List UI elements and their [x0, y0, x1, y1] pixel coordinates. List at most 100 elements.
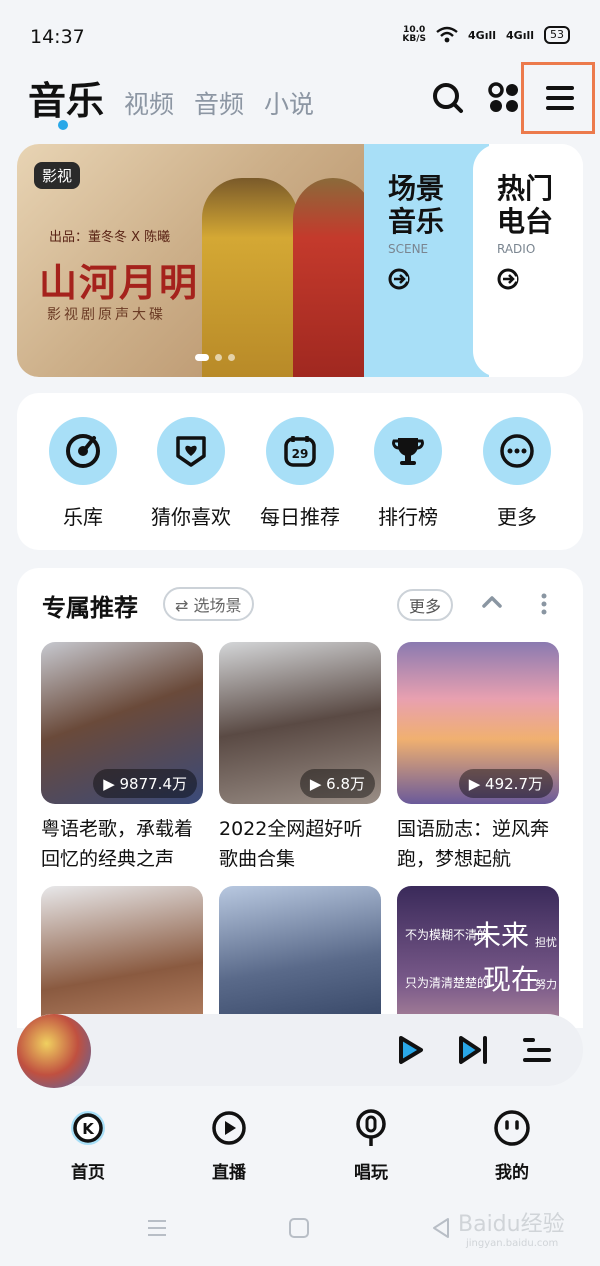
radio-title: 热门 电台: [497, 172, 553, 238]
recommend-section: 专属推荐 ⇄ 选场景 更多 ▶ 9877.4万 粤语老歌，承载着回忆的经典之声 …: [17, 568, 583, 1048]
nav-live[interactable]: 直播: [179, 1108, 279, 1183]
status-icons: 10.0 KB/S 4Gıll 4Gıll 53: [402, 26, 570, 44]
nav-label: 首页: [71, 1163, 105, 1183]
tab-novel[interactable]: 小说: [264, 85, 314, 125]
recents-icon[interactable]: [146, 1218, 168, 1238]
playlist-title: 2022全网超好听歌曲合集: [219, 818, 363, 870]
radio-title-line2: 电台: [497, 205, 554, 238]
pager-dot: [215, 354, 222, 361]
quick-nav-library[interactable]: 乐库: [33, 417, 133, 530]
apps-icon[interactable]: [484, 78, 524, 118]
next-track-icon[interactable]: [455, 1032, 491, 1068]
wifi-icon: [436, 26, 458, 43]
mini-player[interactable]: [17, 1014, 583, 1088]
banner: 影视 出品：董冬冬 X 陈曦 山河月明 影视剧原声大碟 场景 音乐 SCENE …: [17, 144, 583, 377]
playlist-card[interactable]: ▶ 492.7万 国语励志：逆风奔跑，梦想起航: [397, 642, 559, 874]
playlist-card[interactable]: ▶ 6.8万 2022全网超好听歌曲合集: [219, 642, 381, 874]
quick-nav-daily[interactable]: 29 每日推荐: [250, 417, 350, 530]
cover-text: 现在: [483, 963, 540, 996]
back-icon[interactable]: [430, 1216, 452, 1240]
signal-1-label: 4G: [468, 28, 485, 42]
scene-subtitle: SCENE: [388, 242, 429, 256]
cover-text: 努力: [535, 978, 557, 991]
play-count: ▶ 9877.4万: [93, 769, 197, 798]
trophy-icon: [374, 417, 442, 485]
watermark-url: jingyan.baidu.com: [466, 1238, 559, 1249]
quick-nav-label: 猜你喜欢: [151, 505, 231, 529]
banner-badge: 影视: [34, 162, 81, 189]
scene-title: 场景 音乐: [388, 172, 444, 238]
radio-subtitle: RADIO: [497, 242, 536, 256]
tab-video[interactable]: 视频: [124, 85, 174, 125]
chevron-up-icon[interactable]: [481, 594, 503, 610]
scene-title-line1: 场景: [388, 172, 445, 205]
quick-nav-ranking[interactable]: 排行榜: [358, 417, 458, 530]
bottom-nav: K 首页 直播 唱玩 我的: [0, 1100, 600, 1190]
nav-label: 我的: [495, 1163, 529, 1183]
now-playing-cover[interactable]: [17, 1014, 91, 1088]
nav-sing[interactable]: 唱玩: [321, 1108, 421, 1183]
radio-title-line1: 热门: [497, 172, 554, 205]
playlist-title: 粤语老歌，承载着回忆的经典之声: [41, 818, 194, 870]
calendar-icon: 29: [266, 417, 334, 485]
hot-radio-card[interactable]: 热门 电台 RADIO: [473, 144, 583, 377]
tab-music[interactable]: 音乐: [28, 70, 104, 125]
playlist-card[interactable]: ▶ 9877.4万 粤语老歌，承载着回忆的经典之声: [41, 642, 203, 874]
quick-nav-label: 乐库: [63, 505, 103, 529]
microphone-icon: [356, 1109, 386, 1146]
cover-text: 只为清清楚楚的: [405, 976, 490, 990]
net-speed-unit: KB/S: [402, 34, 426, 44]
signal-2-label: 4G: [506, 28, 523, 42]
banner-subtitle: 影视剧原声大碟: [47, 307, 166, 323]
cover-text: 担忧: [535, 936, 557, 949]
nav-home[interactable]: K 首页: [38, 1108, 138, 1183]
play-icon[interactable]: [391, 1032, 427, 1068]
nav-label: 直播: [212, 1163, 246, 1183]
quick-nav: 乐库 猜你喜欢 29 每日推荐 排行榜 更多: [17, 393, 583, 550]
watermark: Baidu经验: [458, 1212, 565, 1237]
banner-title: 山河月明: [39, 260, 200, 305]
active-tab-indicator: [58, 120, 68, 130]
playlist-queue-icon[interactable]: [519, 1032, 555, 1068]
recommend-title: 专属推荐: [42, 594, 138, 622]
calendar-date: 29: [292, 447, 309, 461]
profile-icon: [494, 1110, 530, 1146]
tab-audio[interactable]: 音频: [194, 85, 244, 125]
menu-highlight-box: [521, 62, 595, 134]
svg-text:K: K: [82, 1120, 95, 1138]
nav-label: 唱玩: [354, 1163, 388, 1183]
live-icon: [212, 1111, 246, 1145]
playlist-cover: ▶ 492.7万: [397, 642, 559, 804]
arrow-right-icon: [497, 268, 519, 290]
poster-figure-emperor: [202, 178, 298, 377]
heart-icon: [157, 417, 225, 485]
quick-nav-more[interactable]: 更多: [467, 417, 567, 530]
play-count: ▶ 492.7万: [458, 769, 553, 798]
more-vertical-icon[interactable]: [537, 592, 551, 616]
banner-poster[interactable]: 影视 出品：董冬冬 X 陈曦 山河月明 影视剧原声大碟: [17, 144, 373, 377]
search-icon[interactable]: [428, 78, 468, 118]
quick-nav-guess[interactable]: 猜你喜欢: [141, 417, 241, 530]
music-library-icon: [49, 417, 117, 485]
quick-nav-label: 排行榜: [378, 505, 438, 529]
cover-text: 未来: [473, 919, 530, 952]
signal-1: 4Gıll: [468, 28, 496, 42]
play-count: ▶ 6.8万: [299, 769, 375, 798]
poster-figure-empress: [293, 178, 373, 377]
playlist-title: 国语励志：逆风奔跑，梦想起航: [397, 818, 550, 870]
top-tabs: 音乐 视频 音频 小说: [28, 70, 314, 125]
quick-nav-label: 每日推荐: [260, 505, 340, 529]
signal-2: 4Gıll: [506, 28, 534, 42]
pick-scene-button[interactable]: ⇄ 选场景: [163, 587, 254, 621]
banner-credit: 出品：董冬冬 X 陈曦: [49, 230, 171, 245]
status-bar: 14:37 10.0 KB/S 4Gıll 4Gıll 53: [0, 0, 600, 70]
home-icon[interactable]: [288, 1217, 310, 1239]
quick-nav-label: 更多: [497, 505, 537, 529]
scene-music-card[interactable]: 场景 音乐 SCENE: [364, 144, 489, 377]
playlist-cover: ▶ 6.8万: [219, 642, 381, 804]
nav-profile[interactable]: 我的: [462, 1108, 562, 1183]
recommend-more-button[interactable]: 更多: [397, 589, 454, 621]
status-time: 14:37: [30, 26, 85, 48]
arrow-right-icon: [388, 268, 410, 290]
home-k-icon: K: [71, 1111, 105, 1145]
